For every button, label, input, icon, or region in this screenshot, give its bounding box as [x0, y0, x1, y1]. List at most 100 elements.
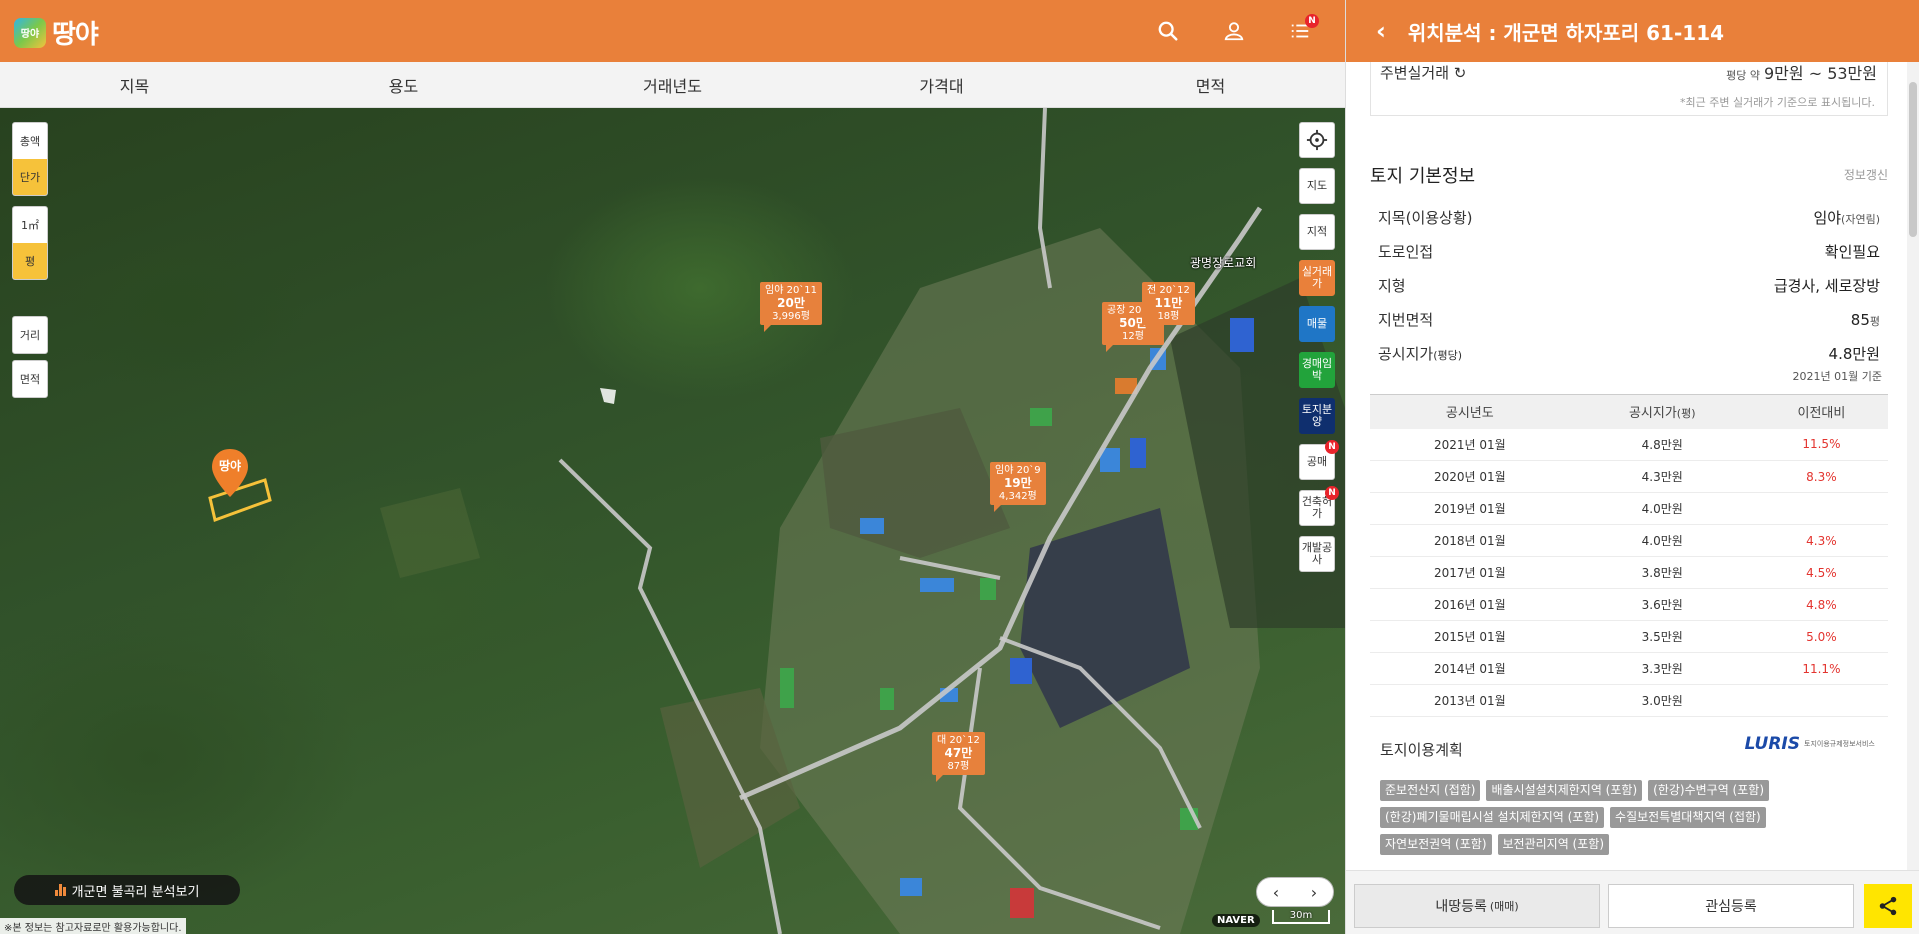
info-value: 4.8만원 [1828, 345, 1880, 363]
unit-toggle: 1㎡ 평 [12, 206, 48, 280]
table-cell-change: 4.8% [1754, 588, 1888, 621]
top-bar: 땅야 땅야 N [0, 0, 1345, 62]
info-row-road-access: 도로인접 확인필요 [1378, 241, 1880, 262]
auction-button[interactable]: 경매임박 [1299, 352, 1335, 388]
price-tag[interactable]: 전 20`12 11만 18평 [1142, 282, 1195, 332]
sqm-button[interactable]: 1㎡ [13, 207, 47, 243]
land-plan-chip[interactable]: 준보전산지 (접함) [1380, 780, 1481, 801]
nearby-price-range: 9만원 ~ 53만원 [1764, 64, 1877, 83]
land-plan-chip[interactable]: (한강)수변구역 (포함) [1648, 780, 1770, 801]
share-button[interactable] [1864, 884, 1912, 928]
map-app: 땅야 땅야 N 지목 용도 거래년도 가격대 면적 총액 단가 1㎡ 평 거리 … [0, 0, 1345, 934]
notification-badge: N [1305, 14, 1319, 28]
bar-chart-icon [54, 884, 66, 896]
unit-price-button[interactable]: 단가 [13, 159, 47, 195]
info-label-main: 공시지가 [1378, 345, 1434, 363]
info-value: 확인필요 [1824, 243, 1880, 261]
distance-button[interactable]: 거리 [13, 317, 47, 353]
building-permit-new-badge: N [1325, 486, 1339, 500]
user-icon[interactable] [1219, 16, 1249, 46]
filter-bar: 지목 용도 거래년도 가격대 면적 [0, 62, 1345, 108]
price-tag-area: 18평 [1157, 311, 1180, 322]
back-button[interactable]: ‹ [1376, 17, 1386, 45]
table-cell-year: 2018년 01월 [1370, 524, 1570, 557]
public-sale-button[interactable]: 공매 N [1299, 440, 1339, 480]
map-layer-controls: 지도 지적 실거래가 매물 경매임박 토지분양 공매 N 건축허가 N 개발공사 [1299, 122, 1339, 572]
price-tag-meta: 임야 20`11 [765, 285, 818, 296]
filter-area[interactable]: 면적 [1076, 62, 1345, 107]
area-analysis-button[interactable]: 개군면 불곡리 분석보기 [14, 875, 240, 905]
land-plan-chip[interactable]: 배출시설설치제한지역 (포함) [1486, 780, 1643, 801]
price-tag-area: 3,996평 [772, 311, 810, 322]
table-cell-price: 4.0만원 [1569, 492, 1755, 525]
info-value: 85평 [1851, 311, 1880, 329]
area-tool: 면적 [12, 360, 48, 398]
panel-title: 위치분석 : 개군면 하자포리 61-114 [1407, 20, 1725, 45]
price-tag-price: 19만 [1003, 476, 1032, 490]
nearby-trade-price: 평당 약 9만원 ~ 53만원 [1726, 62, 1877, 84]
filter-usage[interactable]: 용도 [269, 62, 538, 107]
satellite-map[interactable]: 총액 단가 1㎡ 평 거리 면적 지도 지적 실거래가 매물 경매임박 토지분양… [0, 108, 1345, 934]
public-sale-label: 공매 [1306, 455, 1328, 468]
info-row-lot-area: 지번면적 85평 [1378, 309, 1880, 330]
land-sale-button[interactable]: 토지분양 [1299, 398, 1335, 434]
pager-next-button[interactable]: › [1311, 883, 1317, 902]
nearby-trade-note: *최근 주변 실거래가 기준으로 표시됩니다. [1679, 96, 1875, 109]
table-row: 2020년 01월 4.3만원 8.3% [1370, 460, 1888, 493]
total-price-button[interactable]: 총액 [13, 123, 47, 159]
locate-button[interactable] [1299, 122, 1335, 158]
info-label: 지목(이용상황) [1378, 209, 1473, 227]
register-sub-label: (매매) [1489, 900, 1519, 913]
map-view-button[interactable]: 지도 [1299, 168, 1335, 204]
analysis-panel: ‹ 위치분석 : 개군면 하자포리 61-114 주변실거래 ↻ 평당 약 9만원… [1345, 0, 1919, 934]
panel-scrollbar[interactable] [1907, 62, 1919, 870]
filter-price-range[interactable]: 가격대 [807, 62, 1076, 107]
info-label: 도로인접 [1378, 243, 1434, 261]
cadastral-button[interactable]: 지적 [1299, 214, 1335, 250]
pyeong-button[interactable]: 평 [13, 243, 47, 279]
land-plan-chip[interactable]: 자연보전권역 (포함) [1380, 834, 1492, 855]
map-overlay [208, 108, 1345, 934]
building-permit-button[interactable]: 건축허가 N [1299, 486, 1339, 526]
table-cell-change: 11.5% [1754, 428, 1888, 461]
land-plan-chip[interactable]: 수질보전특별대책지역 (접함) [1610, 807, 1766, 828]
filter-trade-year[interactable]: 거래년도 [538, 62, 807, 107]
info-label: 지번면적 [1378, 311, 1434, 329]
table-row: 2014년 01월 3.3만원 11.1% [1370, 652, 1888, 685]
price-tag[interactable]: 대 20`12 47만 87평 [932, 732, 985, 782]
price-tag-meta: 대 20`12 [937, 735, 980, 746]
table-cell-year: 2017년 01월 [1370, 556, 1570, 589]
table-cell-price: 3.0만원 [1569, 684, 1755, 717]
table-cell-change [1754, 684, 1888, 717]
land-plan-chip[interactable]: 보전관리지역 (포함) [1497, 834, 1609, 855]
column-header-price: 공시지가(평) [1569, 394, 1755, 429]
price-tag[interactable]: 임야 20`11 20만 3,996평 [760, 282, 823, 332]
area-button[interactable]: 면적 [13, 361, 47, 397]
column-header-year: 공시년도 [1370, 394, 1570, 429]
pager-prev-button[interactable]: ‹ [1273, 883, 1279, 902]
luris-logo[interactable]: LURIS 토지이용규제정보서비스 [1745, 734, 1880, 754]
table-cell-year: 2014년 01월 [1370, 652, 1570, 685]
development-work-button[interactable]: 개발공사 [1299, 536, 1335, 572]
price-tag-area: 87평 [947, 761, 970, 772]
refresh-info-link[interactable]: 정보갱신 [1844, 166, 1888, 183]
real-trade-button[interactable]: 실거래가 [1299, 260, 1335, 296]
info-label-sub: (평당) [1433, 349, 1463, 362]
add-interest-button[interactable]: 관심등록 [1608, 884, 1854, 928]
selected-parcel-pin[interactable]: 땅야 [209, 447, 251, 499]
panel-body[interactable]: 주변실거래 ↻ 평당 약 9만원 ~ 53만원 *최근 주변 실거래가 기준으로 … [1346, 62, 1919, 870]
panel-scroll-thumb[interactable] [1909, 82, 1917, 237]
logo[interactable]: 땅야 땅야 [14, 14, 99, 51]
land-plan-chip[interactable]: (한강)폐기물매립시설 설치제한지역 (포함) [1380, 807, 1605, 828]
list-icon[interactable]: N [1285, 14, 1319, 46]
poi-church-label: 광명장로교회 [1190, 256, 1257, 270]
table-row: 2016년 01월 3.6만원 4.8% [1370, 588, 1888, 621]
filter-land-type[interactable]: 지목 [0, 62, 269, 107]
register-my-land-button[interactable]: 내땅등록 (매매) [1354, 884, 1600, 928]
search-icon[interactable] [1153, 16, 1183, 46]
price-tag[interactable]: 임야 20`9 19만 4,342평 [990, 462, 1046, 512]
info-label: 공시지가(평당) [1378, 343, 1462, 364]
price-mode-toggle: 총액 단가 [12, 122, 48, 196]
info-value-main: 85 [1850, 311, 1870, 329]
listing-button[interactable]: 매물 [1299, 306, 1335, 342]
